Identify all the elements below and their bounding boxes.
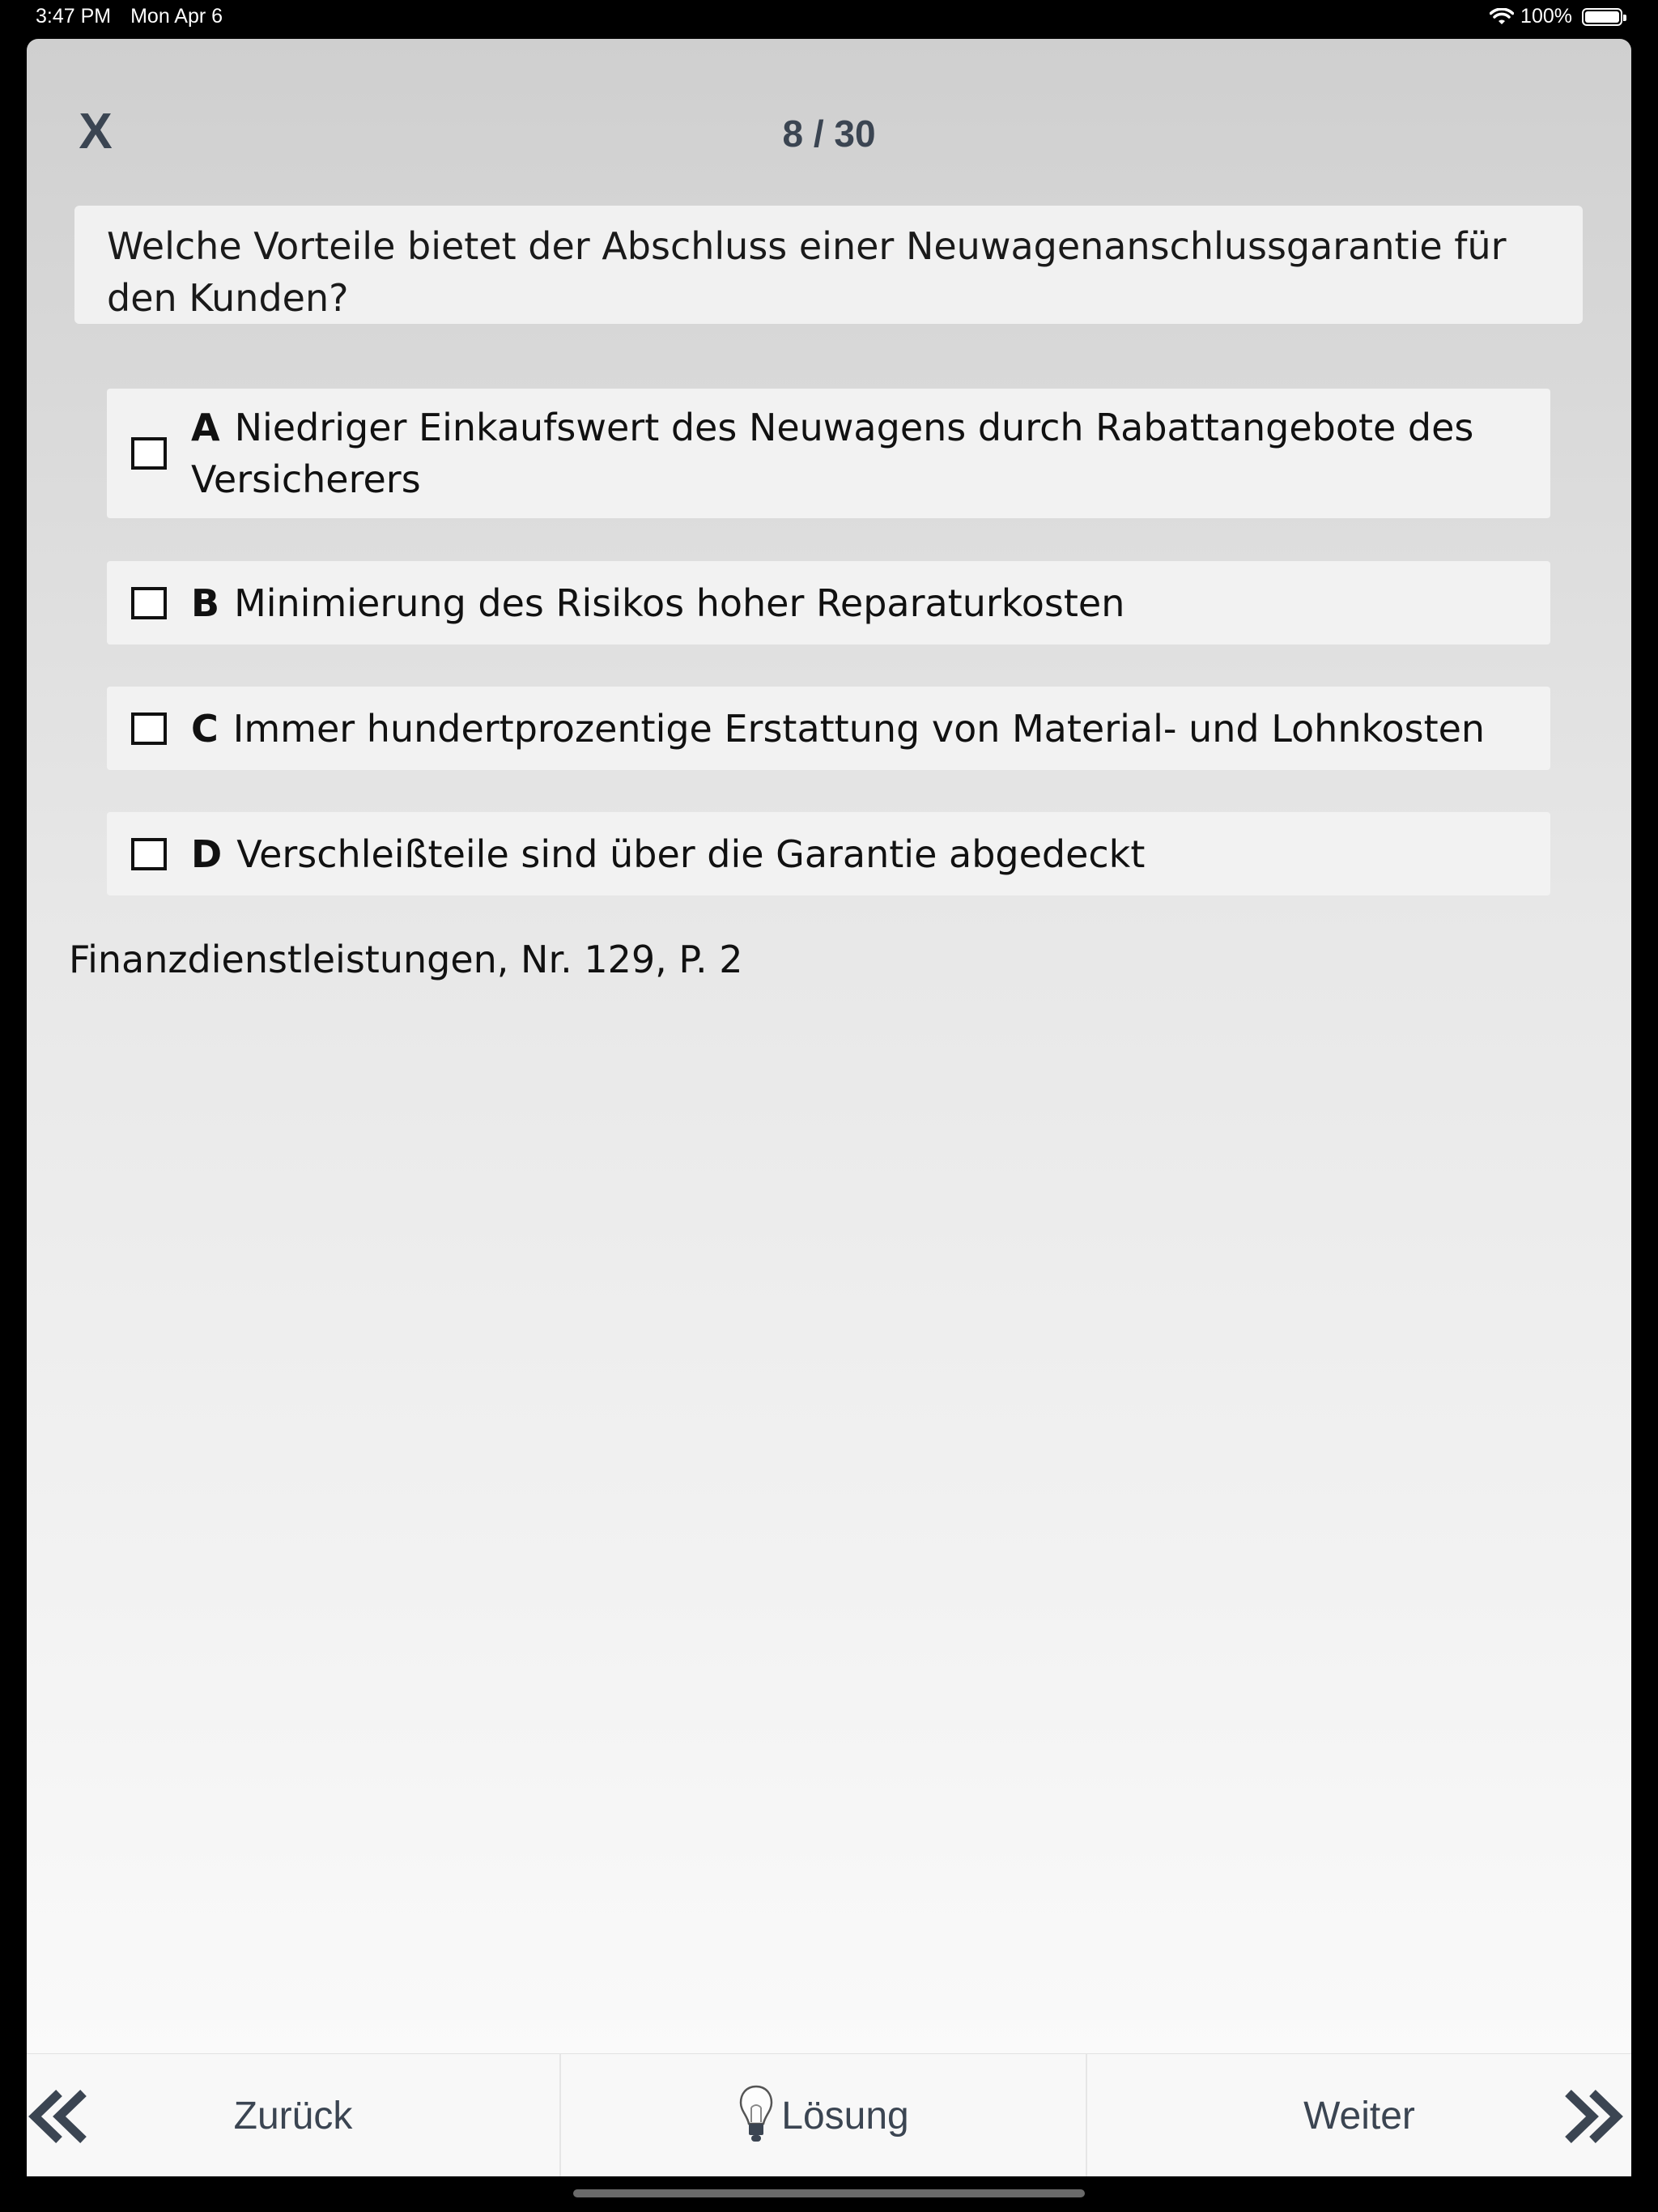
answer-checkbox-b[interactable] [131, 586, 167, 619]
answer-option-c[interactable]: C Immer hundertprozentige Erstattung von … [107, 687, 1550, 770]
answer-option-a[interactable]: A Niedriger Einkaufswert des Neuwagens du… [107, 389, 1550, 518]
answer-content-a: A Niedriger Einkaufswert des Neuwagens du… [191, 402, 1526, 505]
back-button[interactable]: Zurück [27, 2054, 561, 2176]
question-text: Welche Vorteile bietet der Abschluss ein… [107, 224, 1507, 320]
status-date: Mon Apr 6 [130, 5, 223, 28]
answer-content-d: D Verschleißteile sind über die Garantie … [191, 828, 1145, 880]
answer-checkbox-d[interactable] [131, 837, 167, 870]
answer-option-b[interactable]: B Minimierung des Risikos hoher Reparatur… [107, 561, 1550, 644]
next-label: Weiter [1303, 2094, 1415, 2138]
answer-letter: C [191, 706, 219, 751]
answer-checkbox-c[interactable] [131, 712, 167, 745]
answer-content-c: C Immer hundertprozentige Erstattung von … [191, 703, 1485, 755]
bottom-navigation: Zurück Lösung Weiter [27, 2053, 1631, 2176]
battery-percent: 100% [1520, 5, 1572, 28]
wifi-icon [1490, 7, 1515, 24]
home-indicator[interactable] [573, 2189, 1085, 2197]
question-card: Welche Vorteile bietet der Abschluss ein… [74, 206, 1583, 324]
question-source: Finanzdienstleistungen, Nr. 129, P. 2 [69, 938, 743, 981]
lightbulb-icon [739, 2085, 773, 2142]
answer-option-d[interactable]: D Verschleißteile sind über die Garantie … [107, 812, 1550, 895]
answer-text: Niedriger Einkaufswert des Neuwagens dur… [191, 406, 1474, 501]
answer-checkbox-a[interactable] [131, 437, 167, 470]
answer-text: Verschleißteile sind über die Garantie a… [236, 832, 1146, 876]
next-button[interactable]: Weiter [1087, 2054, 1631, 2176]
status-right: 100% [1490, 5, 1626, 28]
answer-letter: D [191, 832, 223, 876]
quiz-sheet: X 8 / 30 Welche Vorteile bietet der Absc… [27, 39, 1631, 2176]
question-counter: 8 / 30 [782, 113, 876, 155]
answer-text: Minimierung des Risikos hoher Reparaturk… [234, 581, 1125, 625]
status-bar: 3:47 PM Mon Apr 6 100% [0, 0, 1658, 39]
status-left: 3:47 PM Mon Apr 6 [36, 5, 223, 28]
answer-content-b: B Minimierung des Risikos hoher Reparatur… [191, 577, 1124, 629]
solution-label: Lösung [781, 2094, 909, 2138]
double-chevron-right-icon [1565, 2090, 1623, 2143]
battery-icon [1582, 7, 1626, 26]
answer-text: Immer hundertprozentige Erstattung von M… [232, 706, 1486, 751]
answer-letter: B [191, 581, 220, 625]
answer-letter: A [191, 406, 220, 449]
double-chevron-left-icon [28, 2090, 87, 2143]
status-time: 3:47 PM [36, 5, 112, 28]
back-label: Zurück [233, 2094, 353, 2138]
solution-button[interactable]: Lösung [561, 2054, 1087, 2176]
